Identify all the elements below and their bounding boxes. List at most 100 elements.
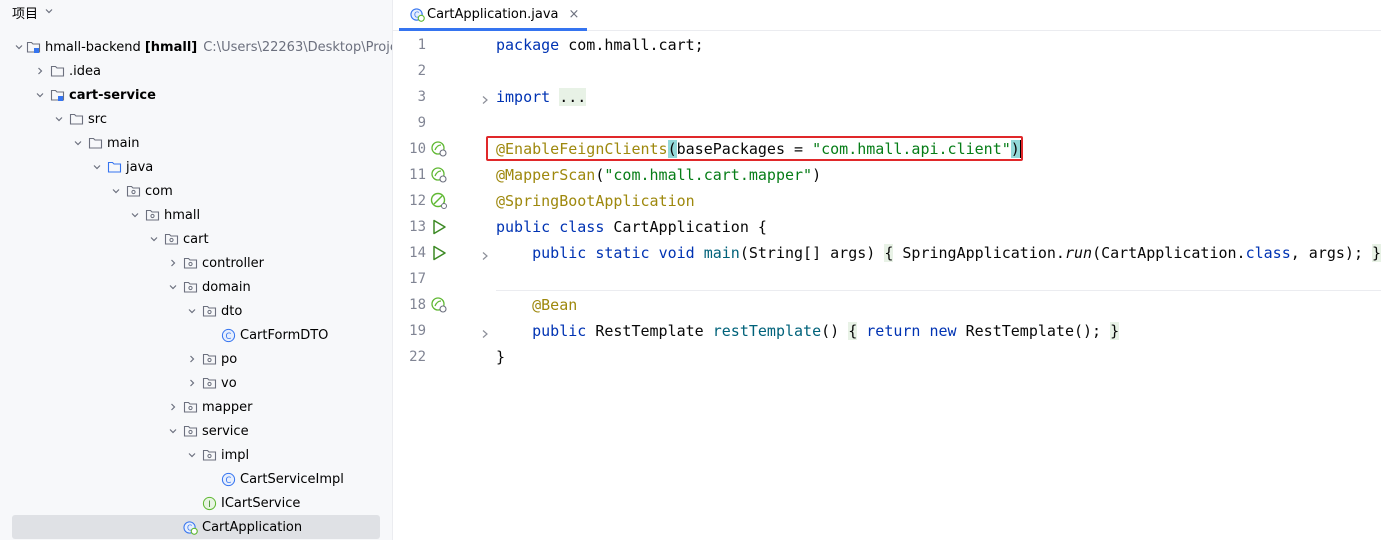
project-panel: 项目 hmall-backend [hmall] C:\Users\22263\D…: [0, 0, 393, 540]
tree-item-label: CartApplication: [202, 519, 303, 535]
fold-expand-icon[interactable]: [480, 325, 490, 338]
chevron-down-icon[interactable]: [185, 306, 199, 316]
chevron-right-icon[interactable]: [166, 258, 180, 268]
chevron-down-icon[interactable]: [71, 138, 85, 148]
tree-item-idea[interactable]: .idea: [0, 59, 392, 83]
line-number: 19: [409, 323, 426, 339]
code-line: 18 @Bean: [393, 292, 1381, 318]
tree-item-impl[interactable]: impl: [0, 443, 392, 467]
chevron-down-icon[interactable]: [109, 186, 123, 196]
tree-item-service[interactable]: service: [0, 419, 392, 443]
line-number: 9: [417, 115, 426, 131]
code-line: 22 }: [393, 344, 1381, 370]
code-line: 9: [393, 110, 1381, 136]
tree-item-dto[interactable]: dto: [0, 299, 392, 323]
chevron-down-icon[interactable]: [52, 114, 66, 124]
method-separator: [496, 290, 1381, 291]
module-folder-icon: [49, 87, 65, 103]
chevron-down-icon[interactable]: [44, 6, 54, 19]
svg-text:C: C: [225, 474, 231, 484]
tree-item-cartserviceimpl[interactable]: C CartServiceImpl: [0, 467, 392, 491]
tree-item-main[interactable]: main: [0, 131, 392, 155]
chevron-down-icon[interactable]: [166, 426, 180, 436]
run-icon[interactable]: [430, 218, 448, 236]
spring-boot-icon[interactable]: [430, 192, 448, 210]
chevron-right-icon[interactable]: [185, 354, 199, 364]
folder-icon: [87, 135, 103, 151]
tree-item-label: CartServiceImpl: [240, 471, 344, 487]
code-text: }: [496, 348, 506, 366]
project-panel-header[interactable]: 项目: [12, 2, 54, 22]
tree-item-hmall[interactable]: hmall: [0, 203, 392, 227]
package-icon: [125, 183, 141, 199]
spring-bean-icon[interactable]: [430, 296, 448, 314]
code-text: import ...: [496, 88, 587, 106]
tab-label: CartApplication.java: [427, 6, 559, 22]
tree-item-label: po: [221, 351, 238, 367]
spring-bean-icon[interactable]: [430, 140, 448, 158]
svg-text:C: C: [225, 330, 231, 340]
class-icon: C: [220, 327, 236, 343]
chevron-down-icon[interactable]: [14, 42, 24, 52]
tree-item-label: cart-service: [69, 87, 156, 103]
code-line: 3 import ...: [393, 84, 1381, 110]
code-line: 19 public RestTemplate restTemplate() { …: [393, 318, 1381, 344]
tree-item-domain[interactable]: domain: [0, 275, 392, 299]
tree-item-label: ICartService: [221, 495, 301, 511]
line-number: 17: [409, 271, 426, 287]
fold-expand-icon[interactable]: [480, 91, 490, 104]
package-icon: [163, 231, 179, 247]
folded-region[interactable]: ...: [559, 88, 587, 106]
package-icon: [182, 399, 198, 415]
highlight-annotation-box: [486, 136, 1023, 161]
tree-item-cart[interactable]: cart: [0, 227, 392, 251]
chevron-down-icon[interactable]: [185, 450, 199, 460]
project-tree: hmall-backend [hmall] C:\Users\22263\Desk…: [0, 35, 392, 539]
tree-item-label: .idea: [69, 63, 101, 79]
chevron-down-icon[interactable]: [33, 90, 47, 100]
tree-item-icartservice[interactable]: I ICartService: [0, 491, 392, 515]
close-icon[interactable]: ×: [569, 7, 580, 22]
chevron-right-icon[interactable]: [185, 378, 199, 388]
spring-bean-icon[interactable]: [430, 166, 448, 184]
tree-item-src[interactable]: src: [0, 107, 392, 131]
tree-item-cartapplication[interactable]: C CartApplication: [12, 515, 380, 539]
tree-item-label: mapper: [202, 399, 253, 415]
tree-item-label: hmall-backend: [45, 39, 141, 55]
code-line: 11 @MapperScan("com.hmall.cart.mapper"): [393, 162, 1381, 188]
run-icon[interactable]: [430, 244, 448, 262]
line-number: 1: [417, 37, 426, 53]
tree-item-com[interactable]: com: [0, 179, 392, 203]
chevron-down-icon[interactable]: [166, 282, 180, 292]
tree-item-label: cart: [183, 231, 209, 247]
chevron-right-icon[interactable]: [166, 402, 180, 412]
line-number: 11: [409, 167, 426, 183]
fold-expand-icon[interactable]: [480, 247, 490, 260]
tree-item-cartformdto[interactable]: C CartFormDTO: [0, 323, 392, 347]
tree-item-controller[interactable]: controller: [0, 251, 392, 275]
chevron-down-icon[interactable]: [147, 234, 161, 244]
tree-item-mapper[interactable]: mapper: [0, 395, 392, 419]
chevron-right-icon[interactable]: [33, 66, 47, 76]
svg-text:I: I: [208, 498, 210, 508]
code-text: public static void main(String[] args) {…: [532, 244, 1381, 262]
project-path: C:\Users\22263\Desktop\Project: [203, 39, 393, 55]
tree-item-label: java: [126, 159, 154, 175]
tree-item-java[interactable]: java: [0, 155, 392, 179]
chevron-down-icon[interactable]: [90, 162, 104, 172]
tab-cart-application[interactable]: C CartApplication.java ×: [399, 0, 588, 31]
code-line: 12 @SpringBootApplication: [393, 188, 1381, 214]
spring-class-icon: C: [409, 6, 425, 22]
tree-item-label: main: [107, 135, 140, 151]
chevron-down-icon[interactable]: [128, 210, 142, 220]
code-editor[interactable]: 1 package com.hmall.cart; 2 3 import ...…: [393, 31, 1381, 540]
project-panel-title: 项目: [12, 6, 39, 22]
tree-item-cart-service[interactable]: cart-service: [0, 83, 392, 107]
class-icon: C: [220, 471, 236, 487]
tree-item-label: CartFormDTO: [240, 327, 329, 343]
tree-item-po[interactable]: po: [0, 347, 392, 371]
line-number: 18: [409, 297, 426, 313]
package-icon: [201, 375, 217, 391]
tree-item-hmall-backend[interactable]: hmall-backend [hmall] C:\Users\22263\Desk…: [0, 35, 392, 59]
tree-item-vo[interactable]: vo: [0, 371, 392, 395]
